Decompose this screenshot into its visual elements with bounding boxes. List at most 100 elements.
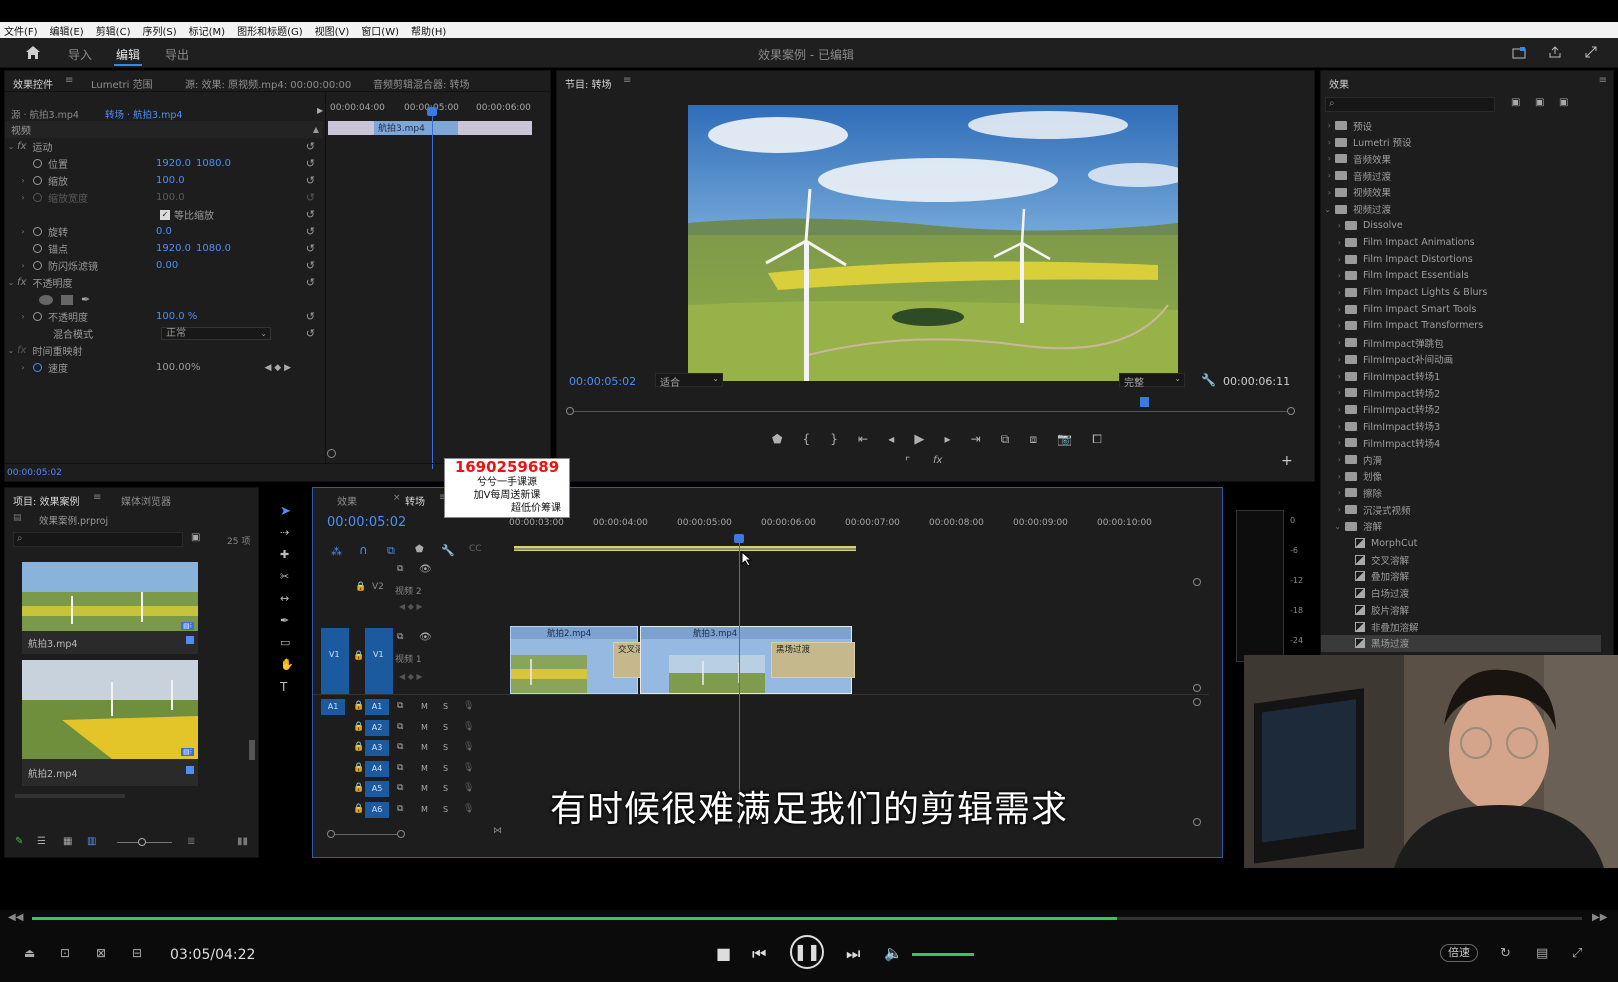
chevron-icon[interactable]: › — [1321, 422, 1345, 431]
ellipse-mask-icon[interactable] — [39, 294, 53, 305]
microphone-icon[interactable]: 🎙 — [463, 763, 474, 773]
wrench-icon[interactable]: 🔧 — [441, 544, 455, 557]
reset-icon[interactable]: ↺ — [306, 140, 315, 153]
speed-value[interactable]: 100.00% — [156, 362, 201, 373]
chevron-icon[interactable]: › — [1321, 271, 1345, 280]
quick-export-icon[interactable] — [1512, 46, 1526, 60]
vscroll-handle[interactable] — [1193, 684, 1201, 692]
audio-track-label[interactable]: A3 — [365, 740, 389, 756]
stopwatch-icon[interactable] — [33, 363, 42, 372]
chevron-icon[interactable]: › — [1321, 305, 1345, 314]
program-timecode[interactable]: 00:00:05:02 — [569, 375, 636, 388]
effect-controls-timecode[interactable]: 00:00:05:02 — [7, 468, 62, 478]
lock-icon[interactable]: 🔒 — [353, 763, 364, 773]
effects-tree-item[interactable]: › 视频效果 — [1321, 184, 1601, 201]
vscroll-handle[interactable] — [1193, 698, 1201, 706]
eject-icon[interactable]: ⏏ — [24, 946, 35, 960]
chevron-icon[interactable]: › — [1321, 154, 1335, 163]
chevron-icon[interactable]: ⌄ — [1321, 205, 1335, 214]
volume-icon[interactable]: 🔈 — [884, 944, 903, 962]
eye-icon[interactable]: 👁 — [419, 564, 432, 575]
add-marker-icon[interactable]: ⬟ — [415, 544, 424, 555]
effects-tree-item[interactable]: › FilmImpact转场3 — [1321, 418, 1601, 435]
source-patch-v1[interactable]: V1 — [321, 628, 349, 694]
effects-tree-item[interactable]: › Film Impact Animations — [1321, 234, 1601, 251]
project-search-input[interactable]: ⌕ — [13, 532, 183, 547]
keyframe-nav-icon[interactable]: ◀ ◆ ▶ — [265, 363, 292, 373]
chevron-icon[interactable]: › — [1321, 338, 1345, 347]
fullscreen-icon[interactable] — [1584, 45, 1598, 59]
solo-button[interactable]: S — [443, 723, 448, 732]
slider-handle[interactable] — [138, 838, 146, 846]
step-forward-icon[interactable]: ▸ — [944, 432, 950, 446]
effects-tree-item[interactable]: ⌄ 视频过渡 — [1321, 201, 1601, 218]
tab-timeline-effects[interactable]: 效果 — [337, 493, 357, 508]
effects-tree-item[interactable]: 交叉溶解 — [1321, 551, 1601, 568]
chevron-icon[interactable]: › — [1321, 221, 1345, 230]
effects-tree-item[interactable]: › Dissolve — [1321, 217, 1601, 234]
mini-clip[interactable]: 航拍3.mp4 — [374, 121, 458, 135]
chevron-icon[interactable]: › — [1321, 321, 1345, 330]
add-marker-icon[interactable]: ⬟ — [772, 432, 782, 446]
effects-tree-item[interactable]: 白场过渡 — [1321, 585, 1601, 602]
share-icon[interactable] — [1548, 45, 1562, 59]
hand-tool-icon[interactable]: ✋ — [280, 658, 294, 671]
chevron-icon[interactable]: › — [1321, 121, 1335, 130]
audio-track-label[interactable]: A2 — [365, 719, 389, 736]
fx-toggle-icon[interactable]: fx — [933, 455, 942, 466]
comparison-view-icon[interactable]: ⧠ — [1092, 432, 1102, 447]
menu-edit[interactable]: 编辑(E) — [50, 23, 84, 38]
stopwatch-icon[interactable] — [33, 176, 42, 185]
chevron-icon[interactable]: › — [1321, 372, 1345, 381]
effects-tree-item[interactable]: 黑场过渡 — [1321, 634, 1601, 652]
menu-window[interactable]: 窗口(W) — [361, 23, 399, 38]
effects-tree-item[interactable]: › Film Impact Transformers — [1321, 317, 1601, 334]
effects-tree-item[interactable]: › 沉浸式视频 — [1321, 501, 1601, 518]
menu-marker[interactable]: 标记(M) — [189, 23, 225, 38]
menu-help[interactable]: 帮助(H) — [411, 23, 446, 38]
player-progress-track[interactable] — [32, 917, 1582, 920]
effects-tree-item[interactable]: › Film Impact Lights & Blurs — [1321, 284, 1601, 301]
program-video-frame[interactable] — [688, 105, 1178, 381]
fx-opacity-row[interactable]: ⌄ fx 不透明度 ↺ — [5, 274, 323, 291]
track-select-tool-icon[interactable]: ⇢ — [280, 526, 289, 539]
audio-track-label[interactable]: A1 — [365, 699, 389, 715]
icon-view-icon[interactable]: ▦ — [63, 836, 72, 847]
chevron-icon[interactable]: › — [1321, 288, 1345, 297]
rotation-value[interactable]: 0.0 — [156, 226, 172, 237]
type-tool-icon[interactable]: T — [280, 680, 287, 694]
chevron-icon[interactable]: › — [1321, 405, 1345, 414]
sync-lock-icon[interactable]: ⧉ — [397, 763, 403, 773]
menu-clip[interactable]: 剪辑(C) — [96, 23, 131, 38]
scale-value[interactable]: 100.0 — [156, 175, 185, 186]
go-to-in-icon[interactable]: ⇤ — [858, 432, 868, 446]
effects-tree-item[interactable]: ⌄ 溶解 — [1321, 518, 1601, 535]
audio-track-label[interactable]: A4 — [365, 760, 389, 777]
effects-tree-item[interactable]: 胶片溶解 — [1321, 601, 1601, 618]
stop-icon[interactable]: ■ — [716, 944, 731, 963]
chevron-icon[interactable]: › — [1321, 171, 1335, 180]
chevron-icon[interactable]: › — [1321, 455, 1345, 464]
new-item-icon[interactable]: ▮▮ — [237, 836, 248, 847]
seek-forward-icon[interactable]: ▶▶ — [1592, 912, 1607, 923]
mark-out-icon[interactable]: } — [830, 432, 838, 446]
panel-menu-icon[interactable]: ≡ — [1599, 75, 1607, 86]
uniform-scale-checkbox[interactable]: ✓ — [160, 209, 170, 220]
panel-menu-icon[interactable]: ≡ — [93, 492, 101, 503]
tab-effect-controls[interactable]: 效果控件 — [13, 76, 53, 91]
solo-button[interactable]: S — [443, 764, 448, 773]
time-remap-row[interactable]: ⌄ fx 时间重映射 — [5, 342, 323, 359]
stopwatch-icon[interactable] — [33, 312, 42, 321]
step-back-icon[interactable]: ◂ — [888, 432, 894, 446]
new-bin-icon[interactable]: ▣ — [191, 532, 200, 543]
freeform-view-icon[interactable]: ▥ — [87, 836, 96, 847]
pencil-icon[interactable]: ✎ — [15, 836, 23, 847]
effects-tree-item[interactable]: › FilmImpact转场4 — [1321, 434, 1601, 451]
stopwatch-icon[interactable] — [33, 227, 42, 236]
camera-icon[interactable]: 📷 — [1057, 432, 1072, 446]
track-v2-label[interactable]: V2 — [372, 582, 384, 592]
scrub-start-handle[interactable] — [566, 407, 574, 415]
scrub-end-handle[interactable] — [1287, 407, 1295, 415]
sync-lock-icon[interactable]: ⧉ — [397, 564, 403, 574]
reset-icon[interactable]: ↺ — [306, 225, 315, 238]
